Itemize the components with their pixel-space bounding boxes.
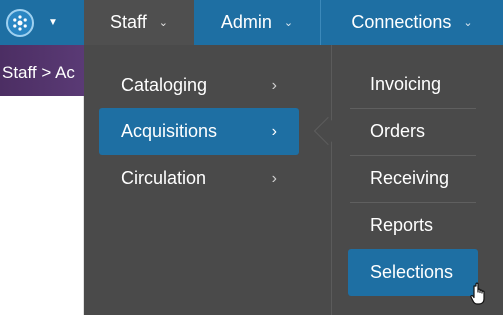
chevron-down-icon: ⌄ <box>283 17 294 29</box>
submenu-item-label: Orders <box>370 121 426 141</box>
chevron-right-icon: › <box>271 169 277 187</box>
menu-item-label: Circulation <box>121 168 207 188</box>
nav-staff[interactable]: Staff ⌄ <box>84 0 194 45</box>
menu-item-cataloging[interactable]: Cataloging › <box>99 62 299 109</box>
nav-connections[interactable]: Connections ⌄ <box>321 0 503 45</box>
nav-admin-label: Admin <box>220 12 272 32</box>
top-navbar: ▼ Staff ⌄ Admin ⌄ Connections ⌄ <box>0 0 503 45</box>
hand-pointer-cursor-icon <box>470 282 485 305</box>
caret-down-icon: ▼ <box>48 17 58 28</box>
submenu-item-label: Invoicing <box>370 74 442 94</box>
menu-item-acquisitions[interactable]: Acquisitions › <box>99 108 299 155</box>
breadcrumb-text: Staff > Ac <box>2 63 75 82</box>
submenu-item-label: Reports <box>370 215 434 235</box>
chevron-right-icon: › <box>271 76 277 94</box>
submenu-divider <box>331 45 332 315</box>
menu-item-label: Acquisitions <box>121 121 218 141</box>
submenu-item-selections[interactable]: Selections <box>348 249 478 296</box>
submenu-item-receiving[interactable]: Receiving <box>348 155 478 202</box>
chevron-down-icon: ⌄ <box>463 17 473 29</box>
nav-connections-label: Connections <box>351 12 452 32</box>
library-logo-icon <box>6 8 34 37</box>
nav-admin[interactable]: Admin ⌄ <box>194 0 320 45</box>
submenu-item-reports[interactable]: Reports <box>348 202 478 249</box>
home-menu-button[interactable]: ▼ <box>0 0 84 45</box>
nav-staff-label: Staff <box>110 12 147 32</box>
submenu-item-label: Selections <box>370 262 454 282</box>
submenu-item-invoicing[interactable]: Invoicing <box>348 61 478 108</box>
chevron-right-icon: › <box>271 122 277 140</box>
menu-item-label: Cataloging <box>121 75 208 95</box>
submenu-item-orders[interactable]: Orders <box>348 108 478 155</box>
menu-item-circulation[interactable]: Circulation › <box>99 155 299 202</box>
chevron-down-icon: ⌄ <box>158 17 168 29</box>
submenu-item-label: Receiving <box>370 168 450 188</box>
breadcrumb: Staff > Ac <box>0 45 84 96</box>
page-content <box>0 96 84 315</box>
